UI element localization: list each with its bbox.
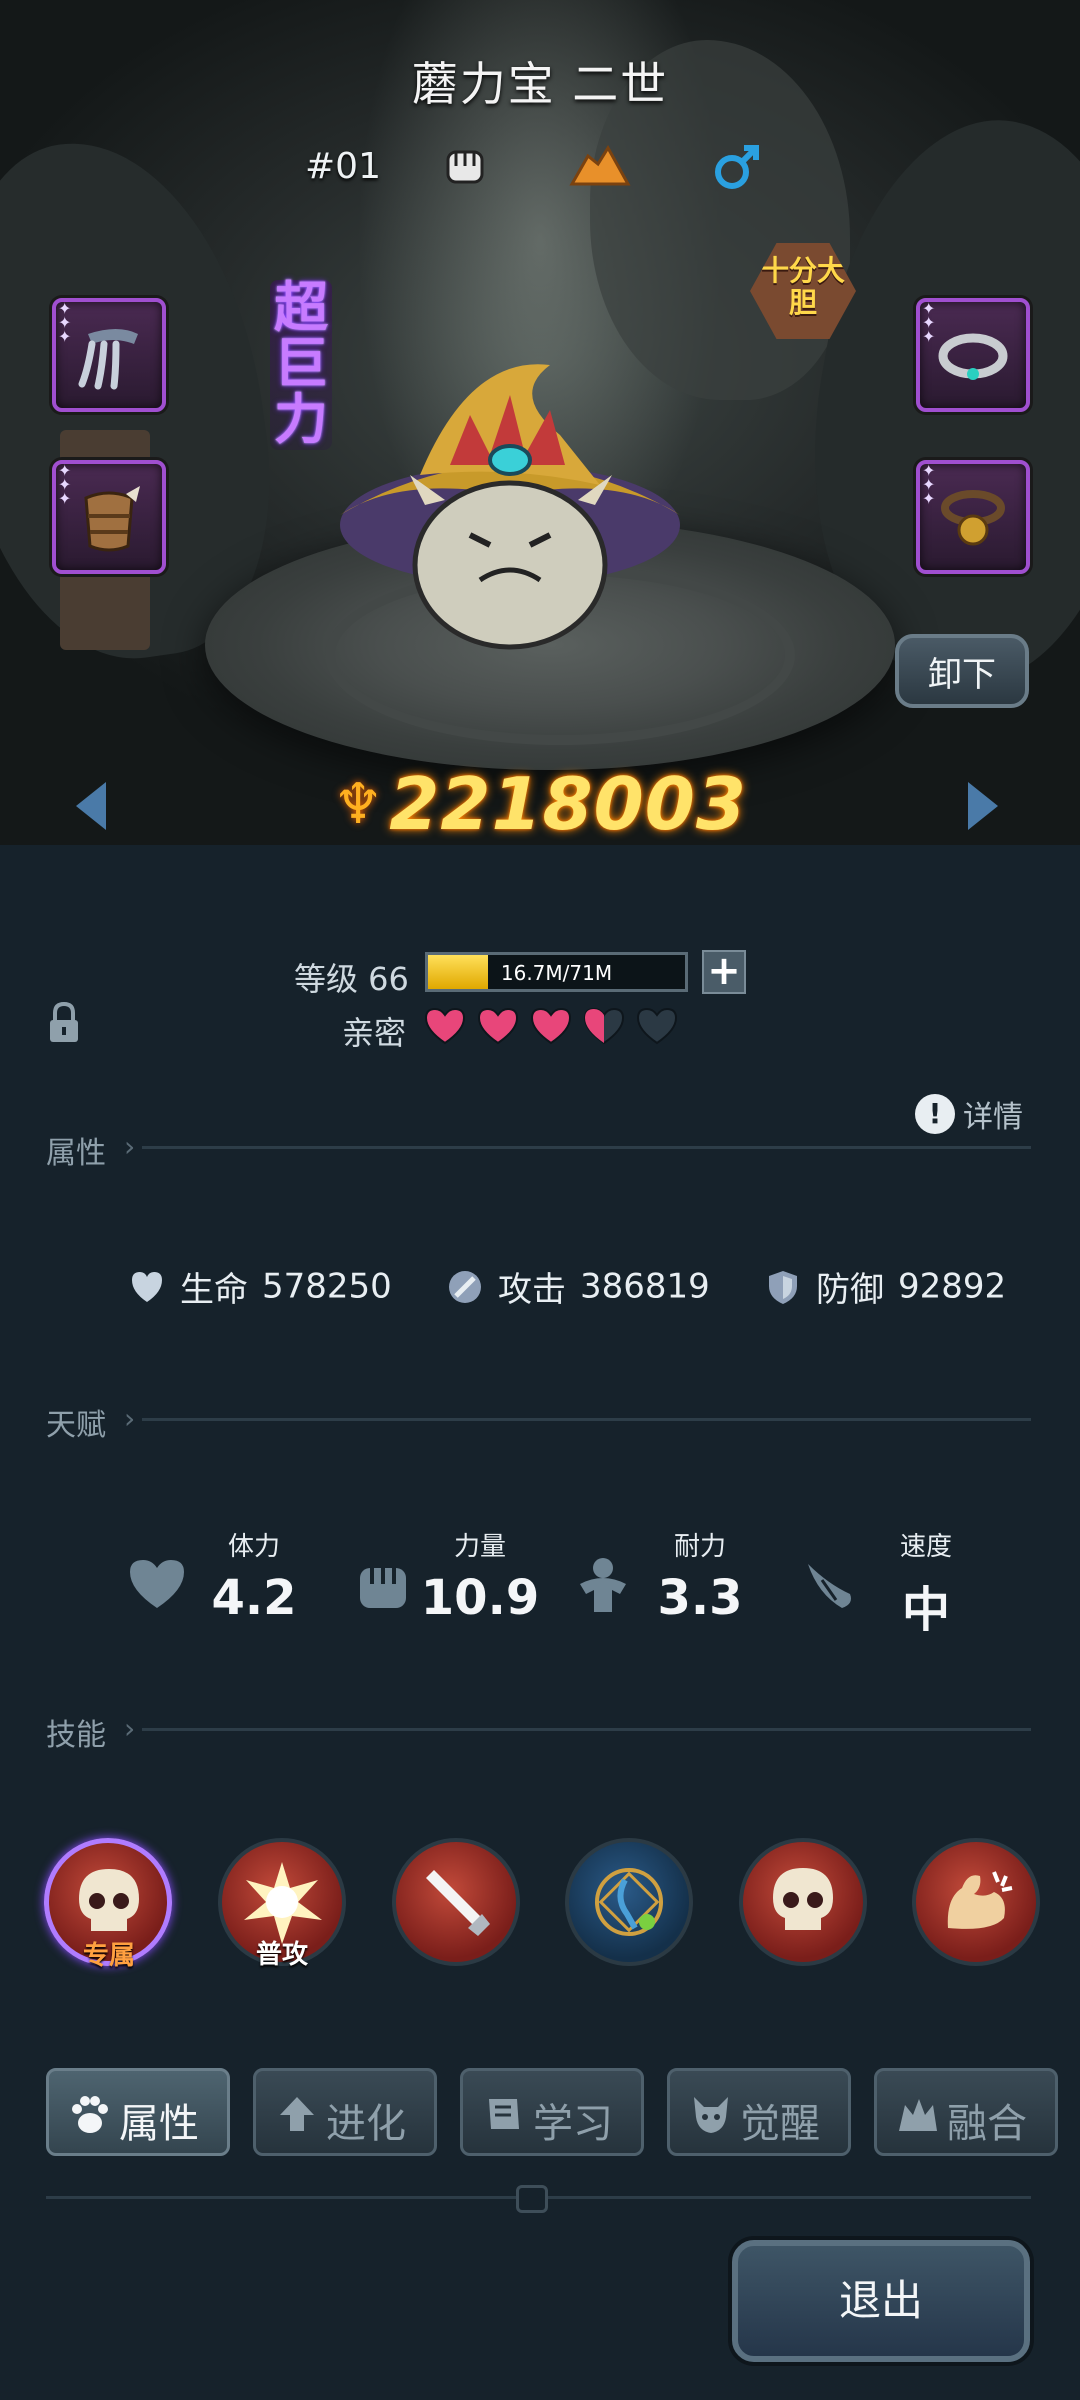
demon-icon bbox=[694, 2097, 728, 2133]
chevron-right-icon: › bbox=[124, 1130, 136, 1163]
heart-icon bbox=[130, 1560, 184, 1608]
skull-icon bbox=[773, 1868, 833, 1930]
power-flame-icon: ♆ bbox=[333, 772, 384, 837]
skill-slash[interactable] bbox=[392, 1838, 520, 1966]
heart-shield-icon bbox=[132, 1271, 162, 1302]
section-label: 天赋 bbox=[46, 1408, 106, 1443]
intimacy-heart-icon bbox=[477, 1007, 519, 1045]
tab-fusion[interactable]: 融合 bbox=[874, 2068, 1058, 2156]
xp-text: 16.7M/71M bbox=[500, 961, 613, 985]
attr-attack: 攻击 386819 bbox=[446, 1262, 710, 1311]
fist-icon bbox=[446, 150, 484, 184]
sword-icon bbox=[449, 1270, 481, 1303]
male-gender-icon bbox=[715, 145, 759, 189]
unequip-button[interactable]: 卸下 bbox=[895, 634, 1029, 708]
divider-ornament bbox=[516, 2185, 548, 2213]
claw-icon bbox=[78, 329, 138, 390]
skill-tag: 普攻 bbox=[255, 1940, 308, 1970]
section-label: 属性 bbox=[46, 1136, 106, 1171]
flex-arm-icon bbox=[947, 1871, 1013, 1929]
equip-slot-bell[interactable]: ✦ ✦ ✦ bbox=[916, 460, 1030, 574]
pet-scene: 蘑力宝 二世 #01 ✦ ✦ ✦ ✦ ✦ ✦ ✦ ✦ ✦ ✦ ✦ ✦ 超巨力 十… bbox=[0, 0, 1080, 845]
pet-character[interactable] bbox=[320, 355, 700, 655]
bell-collar-icon bbox=[941, 490, 1005, 546]
skill-skull[interactable] bbox=[739, 1838, 867, 1966]
chevron-right-icon: › bbox=[124, 1402, 136, 1435]
section-divider bbox=[142, 1146, 1031, 1149]
intimacy-heart-icon bbox=[583, 1007, 625, 1045]
terrain-icon bbox=[569, 145, 631, 186]
skull-icon bbox=[79, 1869, 139, 1931]
tab-awaken[interactable]: 觉醒 bbox=[667, 2068, 851, 2156]
fusion-icon bbox=[899, 2099, 937, 2131]
paw-icon bbox=[72, 2096, 108, 2133]
burst-icon bbox=[244, 1862, 322, 1944]
section-divider bbox=[142, 1728, 1031, 1731]
attributes-section-header: 属性 › bbox=[46, 1128, 1031, 1171]
pet-number: #01 bbox=[305, 146, 381, 187]
spiked-collar-icon bbox=[938, 333, 1008, 380]
up-arrow-icon bbox=[280, 2097, 314, 2131]
tab-learn[interactable]: 学习 bbox=[460, 2068, 644, 2156]
skill-tag: 专属 bbox=[82, 1941, 135, 1971]
xp-progress-bar: 16.7M/71M bbox=[425, 952, 688, 992]
skills-section-header: 技能 › bbox=[46, 1710, 1031, 1753]
lock-icon[interactable] bbox=[46, 1000, 82, 1044]
skill-magic[interactable] bbox=[565, 1838, 693, 1966]
pet-name: 蘑力宝 二世 bbox=[411, 57, 669, 111]
wing-icon bbox=[808, 1564, 851, 1608]
intimacy-heart-icon bbox=[636, 1007, 678, 1045]
bottom-tab-bar: 属性 进化 学习 觉醒 融合 bbox=[46, 2068, 1060, 2158]
equip-slot-barrel[interactable]: ✦ ✦ ✦ bbox=[52, 460, 166, 574]
section-divider bbox=[142, 1418, 1031, 1421]
skill-flex[interactable] bbox=[912, 1838, 1040, 1966]
skill-exclusive[interactable]: 专属 bbox=[44, 1838, 172, 1971]
attr-hp: 生命 578250 bbox=[128, 1262, 392, 1311]
combat-power: ♆2218003 bbox=[0, 762, 1080, 845]
combat-power-value: 2218003 bbox=[389, 762, 747, 845]
skill-normal-attack[interactable]: 普攻 bbox=[218, 1838, 346, 1970]
add-xp-button[interactable]: + bbox=[702, 950, 746, 994]
muscle-icon bbox=[580, 1558, 626, 1612]
book-icon bbox=[489, 2099, 519, 2129]
chevron-right-icon: › bbox=[124, 1712, 136, 1745]
fist-icon bbox=[360, 1568, 406, 1608]
intimacy-heart-icon bbox=[530, 1007, 572, 1045]
equip-slot-collar[interactable]: ✦ ✦ ✦ bbox=[916, 298, 1030, 412]
equip-slot-claw[interactable]: ✦ ✦ ✦ bbox=[52, 298, 166, 412]
personality-label: 十分大胆 bbox=[760, 254, 845, 319]
barrel-armor-icon bbox=[84, 486, 140, 552]
level-label: 等级 66 bbox=[294, 960, 409, 998]
section-label: 技能 bbox=[46, 1718, 106, 1753]
tab-evolve[interactable]: 进化 bbox=[253, 2068, 437, 2156]
tab-attributes[interactable]: 属性 bbox=[46, 2068, 230, 2156]
intimacy-label: 亲密 bbox=[342, 1014, 407, 1052]
intimacy-heart-icon bbox=[424, 1007, 466, 1045]
trait-badge-vertical[interactable]: 超巨力 bbox=[270, 280, 332, 450]
talent-section-header: 天赋 › bbox=[46, 1400, 1031, 1443]
magic-circle-icon bbox=[595, 1868, 663, 1936]
sword-slash-icon bbox=[426, 1870, 490, 1936]
intimacy-hearts bbox=[424, 1006, 689, 1046]
attr-defense: 防御 92892 bbox=[764, 1262, 1006, 1311]
shield-icon bbox=[769, 1270, 797, 1304]
exit-button[interactable]: 退出 bbox=[732, 2240, 1030, 2362]
